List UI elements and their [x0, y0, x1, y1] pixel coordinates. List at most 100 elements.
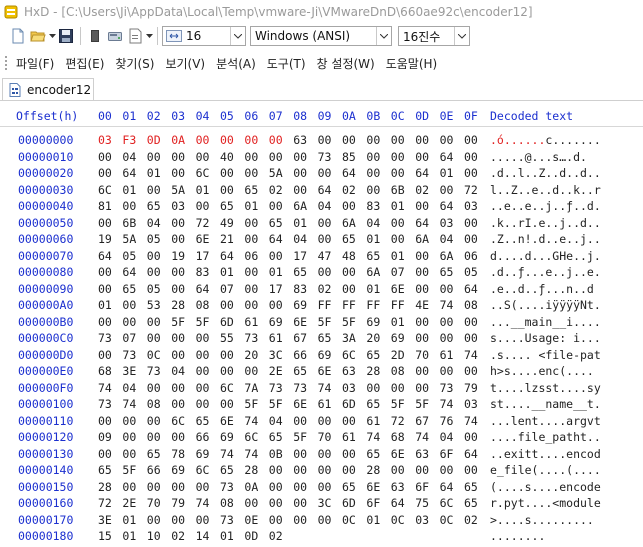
hex-byte-cell[interactable]: 00: [440, 463, 458, 477]
hex-byte-cell[interactable]: 69: [366, 315, 384, 329]
hex-byte-cell[interactable]: 00: [171, 282, 189, 296]
menu-window[interactable]: 창 설정(W): [317, 55, 375, 72]
hex-byte-cell[interactable]: 74: [98, 381, 116, 395]
hex-byte-cell[interactable]: 67: [415, 414, 433, 428]
hex-byte-cell[interactable]: 01: [269, 265, 287, 279]
hex-byte-cell[interactable]: 00: [293, 150, 311, 164]
hex-byte-cell[interactable]: 74: [464, 348, 482, 362]
hex-byte-cell[interactable]: 6E: [391, 282, 409, 296]
hex-byte-cell[interactable]: 00: [196, 133, 214, 147]
hex-byte-cell[interactable]: 73: [147, 364, 165, 378]
hex-byte-cell[interactable]: 01: [440, 166, 458, 180]
hex-byte-cell[interactable]: 00: [98, 166, 116, 180]
decoded-text-cell[interactable]: l..Z..e..d..k..r: [490, 183, 601, 197]
open-file-button[interactable]: [28, 26, 48, 46]
hex-byte-cell[interactable]: 69: [196, 447, 214, 461]
hex-byte-cell[interactable]: 04: [122, 150, 140, 164]
hex-byte-cell[interactable]: 64: [464, 282, 482, 296]
hex-byte-cell[interactable]: 66: [293, 348, 311, 362]
view-options-dropdown[interactable]: [145, 26, 153, 46]
hex-byte-cell[interactable]: 00: [464, 430, 482, 444]
hex-byte-cell[interactable]: 5A: [269, 166, 287, 180]
hex-byte-cell[interactable]: 00: [196, 364, 214, 378]
hex-byte-cell[interactable]: 00: [171, 216, 189, 230]
hex-byte-cell[interactable]: 04: [293, 232, 311, 246]
hex-byte-cell[interactable]: 00: [196, 348, 214, 362]
hex-byte-cell[interactable]: 00: [415, 199, 433, 213]
hex-byte-cell[interactable]: 21: [220, 232, 238, 246]
hex-byte-cell[interactable]: 65: [464, 480, 482, 494]
hex-byte-cell[interactable]: 0C: [440, 513, 458, 527]
hex-byte-cell[interactable]: 63: [415, 447, 433, 461]
hex-byte-cell[interactable]: 2E: [269, 364, 287, 378]
hex-byte-cell[interactable]: 6B: [391, 183, 409, 197]
hex-byte-cell[interactable]: 00: [440, 315, 458, 329]
hex-byte-cell[interactable]: 73: [269, 381, 287, 395]
hex-byte-cell[interactable]: 6C: [196, 463, 214, 477]
hex-byte-cell[interactable]: 6A: [342, 216, 360, 230]
hex-byte-cell[interactable]: 6D: [220, 315, 238, 329]
hex-byte-cell[interactable]: 81: [98, 199, 116, 213]
hex-byte-cell[interactable]: 5F: [171, 315, 189, 329]
hex-byte-cell[interactable]: 79: [171, 496, 189, 510]
hex-byte-cell[interactable]: 69: [220, 430, 238, 444]
hex-byte-cell[interactable]: 00: [293, 463, 311, 477]
hex-byte-cell[interactable]: 7A: [244, 381, 262, 395]
hex-byte-cell[interactable]: 01: [391, 199, 409, 213]
decoded-text-cell[interactable]: ...lent....argvt: [490, 414, 601, 428]
hex-byte-cell[interactable]: 01: [293, 216, 311, 230]
hex-byte-cell[interactable]: 00: [391, 216, 409, 230]
hex-byte-cell[interactable]: 04: [440, 430, 458, 444]
hex-byte-cell[interactable]: 65: [366, 447, 384, 461]
hex-byte-cell[interactable]: 08: [220, 496, 238, 510]
hex-byte-cell[interactable]: 00: [440, 133, 458, 147]
hex-byte-cell[interactable]: 14: [196, 529, 214, 543]
hex-byte-cell[interactable]: 00: [464, 133, 482, 147]
hex-byte-cell[interactable]: 3E: [98, 513, 116, 527]
hex-byte-cell[interactable]: 02: [464, 513, 482, 527]
hex-byte-cell[interactable]: 00: [342, 133, 360, 147]
hex-byte-cell[interactable]: 00: [171, 232, 189, 246]
hex-byte-cell[interactable]: 00: [318, 513, 336, 527]
hex-byte-cell[interactable]: 00: [244, 150, 262, 164]
hex-byte-cell[interactable]: 10: [147, 529, 165, 543]
hex-byte-cell[interactable]: 0C: [342, 513, 360, 527]
hex-byte-cell[interactable]: 00: [415, 315, 433, 329]
hex-byte-cell[interactable]: 06: [244, 249, 262, 263]
hex-byte-cell[interactable]: 6E: [391, 447, 409, 461]
hex-byte-cell[interactable]: 6E: [293, 315, 311, 329]
hex-byte-cell[interactable]: 61: [318, 397, 336, 411]
hex-byte-cell[interactable]: 74: [318, 381, 336, 395]
hex-byte-cell[interactable]: 5A: [171, 183, 189, 197]
hex-byte-cell[interactable]: 00: [196, 480, 214, 494]
hex-byte-cell[interactable]: 0A: [171, 133, 189, 147]
hex-byte-cell[interactable]: 00: [269, 133, 287, 147]
decoded-text-cell[interactable]: st....__name__t.: [490, 397, 601, 411]
hex-byte-cell[interactable]: 74: [220, 447, 238, 461]
hex-byte-cell[interactable]: 00: [147, 480, 165, 494]
hex-byte-cell[interactable]: 5F: [415, 397, 433, 411]
hex-byte-cell[interactable]: 69: [269, 315, 287, 329]
hex-byte-cell[interactable]: 74: [464, 414, 482, 428]
decoded-text-cell[interactable]: d....d...GHe..j.: [490, 249, 601, 263]
hex-byte-cell[interactable]: 03: [464, 397, 482, 411]
hex-byte-cell[interactable]: 6D: [342, 496, 360, 510]
hex-byte-cell[interactable]: 00: [244, 216, 262, 230]
save-button[interactable]: [56, 26, 76, 46]
hex-byte-cell[interactable]: 66: [147, 463, 165, 477]
hex-byte-cell[interactable]: 00: [147, 513, 165, 527]
hex-byte-cell[interactable]: 6E: [318, 364, 336, 378]
hex-byte-cell[interactable]: 00: [391, 232, 409, 246]
hex-byte-cell[interactable]: 72: [98, 496, 116, 510]
hex-byte-cell[interactable]: 00: [244, 133, 262, 147]
hex-byte-cell[interactable]: F3: [122, 133, 140, 147]
hex-byte-cell[interactable]: 00: [122, 414, 140, 428]
hex-byte-cell[interactable]: 28: [366, 364, 384, 378]
hex-byte-cell[interactable]: 63: [342, 364, 360, 378]
hex-byte-cell[interactable]: 6E: [366, 480, 384, 494]
hex-byte-cell[interactable]: 0A: [244, 480, 262, 494]
hex-byte-cell[interactable]: 20: [244, 348, 262, 362]
hex-byte-cell[interactable]: 00: [147, 414, 165, 428]
hex-byte-cell[interactable]: 01: [391, 315, 409, 329]
hex-byte-cell[interactable]: 00: [366, 166, 384, 180]
